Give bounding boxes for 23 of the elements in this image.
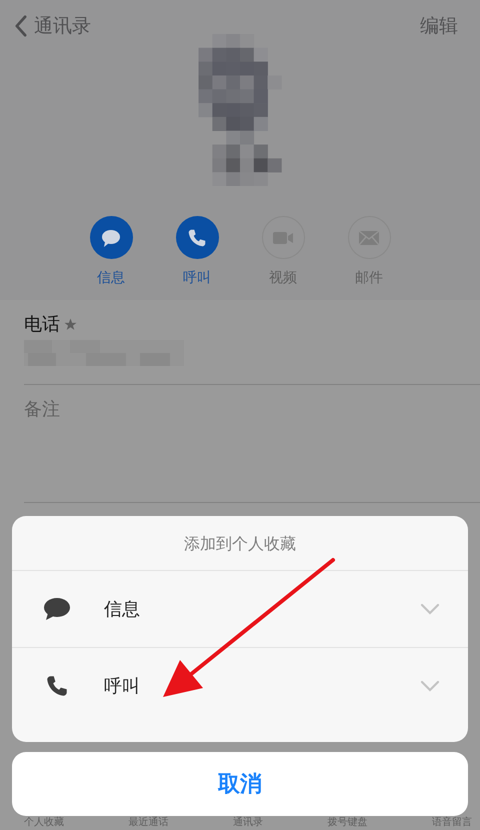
option-label: 信息 — [104, 598, 141, 621]
message-action-button[interactable] — [90, 216, 132, 259]
sheet-option[interactable]: 信息 — [12, 571, 468, 648]
tab-bar-item[interactable]: 语音留言 — [432, 815, 472, 829]
tab-bar-item[interactable]: 拨号键盘 — [328, 815, 368, 829]
chevron-down-icon — [420, 680, 440, 692]
back-link[interactable]: 通讯录 — [14, 13, 91, 39]
sheet-option[interactable]: 呼叫 — [12, 648, 468, 724]
action-label: 信息 — [97, 269, 125, 287]
back-chevron-icon — [14, 15, 27, 37]
edit-link[interactable]: 编辑 — [420, 13, 458, 39]
phone-label: 电话 — [24, 313, 60, 336]
notes-label: 备注 — [24, 399, 60, 420]
call-action-button[interactable] — [176, 216, 218, 259]
option-label: 呼叫 — [104, 675, 141, 698]
speech-bubble-icon — [42, 597, 72, 621]
cancel-button[interactable]: 取消 — [12, 752, 468, 816]
tab-bar-item[interactable]: 最近通话 — [128, 815, 168, 829]
sheet-title: 添加到个人收藏 — [12, 516, 468, 571]
chevron-down-icon — [420, 603, 440, 615]
action-label: 呼叫 — [183, 269, 211, 287]
tab-bar-item[interactable]: 个人收藏 — [24, 815, 64, 829]
tab-bar-item[interactable]: 通讯录 — [233, 815, 263, 829]
